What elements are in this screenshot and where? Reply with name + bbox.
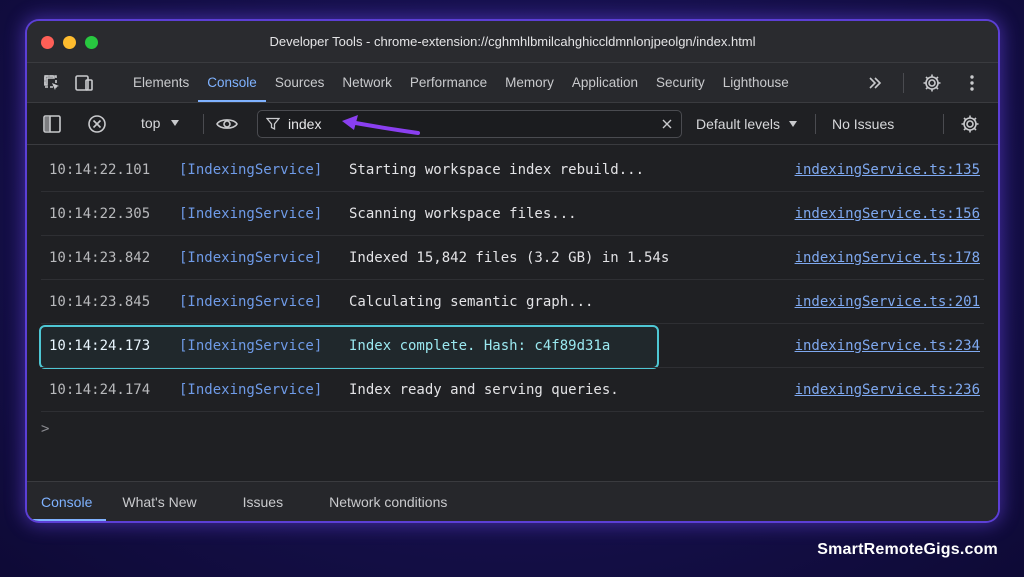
log-message: Indexed 15,842 files (3.2 GB) in 1.54s: [349, 249, 670, 266]
inspect-element-icon[interactable]: [41, 72, 63, 94]
log-service: [IndexingService]: [179, 249, 323, 266]
maximize-window-button[interactable]: [85, 36, 98, 49]
log-message: Starting workspace index rebuild...: [349, 161, 645, 178]
tab-console[interactable]: Console: [198, 63, 266, 102]
panel-tab-bar: Elements Console Sources Network Perform…: [27, 63, 998, 103]
log-timestamp: 10:14:22.101: [49, 161, 151, 178]
log-timestamp: 10:14:22.305: [49, 205, 151, 222]
kebab-menu-icon[interactable]: [960, 71, 984, 95]
log-message: Index ready and serving queries.: [349, 381, 619, 398]
drawer-tab-bar: Console What's New Issues Network condit…: [27, 481, 998, 521]
log-source-link[interactable]: indexingService.ts:234: [795, 338, 980, 354]
drawer-tab-console[interactable]: Console: [27, 482, 107, 521]
console-log: 10:14:22.101 [IndexingService] Starting …: [27, 148, 998, 412]
console-settings-gear-icon[interactable]: [958, 112, 982, 136]
log-message: Calculating semantic graph...: [349, 293, 594, 310]
close-window-button[interactable]: [41, 36, 54, 49]
annotation-arrow-icon: [342, 115, 420, 135]
minimize-window-button[interactable]: [63, 36, 76, 49]
tab-bar-actions: [863, 63, 984, 102]
log-service: [IndexingService]: [179, 293, 323, 310]
watermark: SmartRemoteGigs.com: [817, 541, 998, 558]
caret-down-icon: [171, 120, 180, 126]
window-title: Developer Tools - chrome-extension://cgh…: [269, 34, 756, 49]
log-service: [IndexingService]: [179, 161, 323, 178]
log-row[interactable]: 10:14:23.842 [IndexingService] Indexed 1…: [41, 236, 984, 280]
clear-console-icon[interactable]: [85, 112, 109, 136]
live-expression-eye-icon[interactable]: [215, 112, 239, 136]
tab-network[interactable]: Network: [333, 63, 401, 102]
sidebar-toggle-icon[interactable]: [40, 112, 64, 136]
tab-lighthouse[interactable]: Lighthouse: [714, 63, 798, 102]
log-message: Scanning workspace files...: [349, 205, 577, 222]
log-levels-dropdown[interactable]: Default levels: [696, 103, 798, 145]
tab-divider: [903, 72, 904, 93]
tab-memory[interactable]: Memory: [496, 63, 563, 102]
log-source-link[interactable]: indexingService.ts:135: [795, 162, 980, 178]
log-row[interactable]: 10:14:22.305 [IndexingService] Scanning …: [41, 192, 984, 236]
context-selector[interactable]: top: [141, 115, 180, 131]
toolbar-divider: [815, 114, 816, 134]
log-timestamp: 10:14:23.842: [49, 249, 151, 266]
log-timestamp: 10:14:24.174: [49, 381, 151, 398]
log-source-link[interactable]: indexingService.ts:201: [795, 294, 980, 310]
caret-down-icon: [789, 121, 798, 127]
drawer-tab-network-conditions[interactable]: Network conditions: [315, 482, 461, 521]
title-bar: Developer Tools - chrome-extension://cgh…: [27, 21, 998, 63]
context-label: top: [141, 115, 161, 131]
log-row[interactable]: 10:14:24.174 [IndexingService] Index rea…: [41, 368, 984, 412]
log-service: [IndexingService]: [179, 381, 323, 398]
toolbar-divider: [203, 114, 204, 134]
tool-icons: [27, 72, 124, 94]
filter-input[interactable]: index: [257, 110, 682, 138]
toolbar-divider: [943, 114, 944, 134]
log-row[interactable]: 10:14:22.101 [IndexingService] Starting …: [41, 148, 984, 192]
filter-funnel-icon: [266, 117, 280, 131]
log-service: [IndexingService]: [179, 205, 323, 222]
drawer-tab-issues[interactable]: Issues: [229, 482, 297, 521]
log-timestamp: 10:14:24.173: [49, 337, 151, 354]
panel-tabs: Elements Console Sources Network Perform…: [124, 63, 798, 102]
log-service: [IndexingService]: [179, 337, 323, 354]
tab-performance[interactable]: Performance: [401, 63, 496, 102]
drawer-tab-whats-new[interactable]: What's New: [108, 482, 210, 521]
tab-security[interactable]: Security: [647, 63, 714, 102]
console-prompt[interactable]: >: [41, 421, 49, 437]
log-source-link[interactable]: indexingService.ts:156: [795, 206, 980, 222]
log-source-link[interactable]: indexingService.ts:178: [795, 250, 980, 266]
devtools-window: Developer Tools - chrome-extension://cgh…: [27, 21, 998, 521]
window-controls: [41, 36, 98, 49]
tab-application[interactable]: Application: [563, 63, 647, 102]
issues-counter[interactable]: No Issues: [832, 103, 894, 145]
device-toolbar-icon[interactable]: [73, 72, 95, 94]
tab-sources[interactable]: Sources: [266, 63, 334, 102]
tab-elements[interactable]: Elements: [124, 63, 198, 102]
log-levels-label: Default levels: [696, 116, 781, 132]
console-toolbar: top index Default levels No Issues: [27, 103, 998, 145]
clear-filter-icon[interactable]: [661, 118, 673, 130]
settings-gear-icon[interactable]: [920, 71, 944, 95]
log-source-link[interactable]: indexingService.ts:236: [795, 382, 980, 398]
more-tabs-chevron-icon[interactable]: [863, 71, 887, 95]
log-timestamp: 10:14:23.845: [49, 293, 151, 310]
log-row[interactable]: 10:14:23.845 [IndexingService] Calculati…: [41, 280, 984, 324]
log-message: Index complete. Hash: c4f89d31a: [349, 337, 611, 354]
log-row-highlighted[interactable]: 10:14:24.173 [IndexingService] Index com…: [41, 324, 984, 368]
